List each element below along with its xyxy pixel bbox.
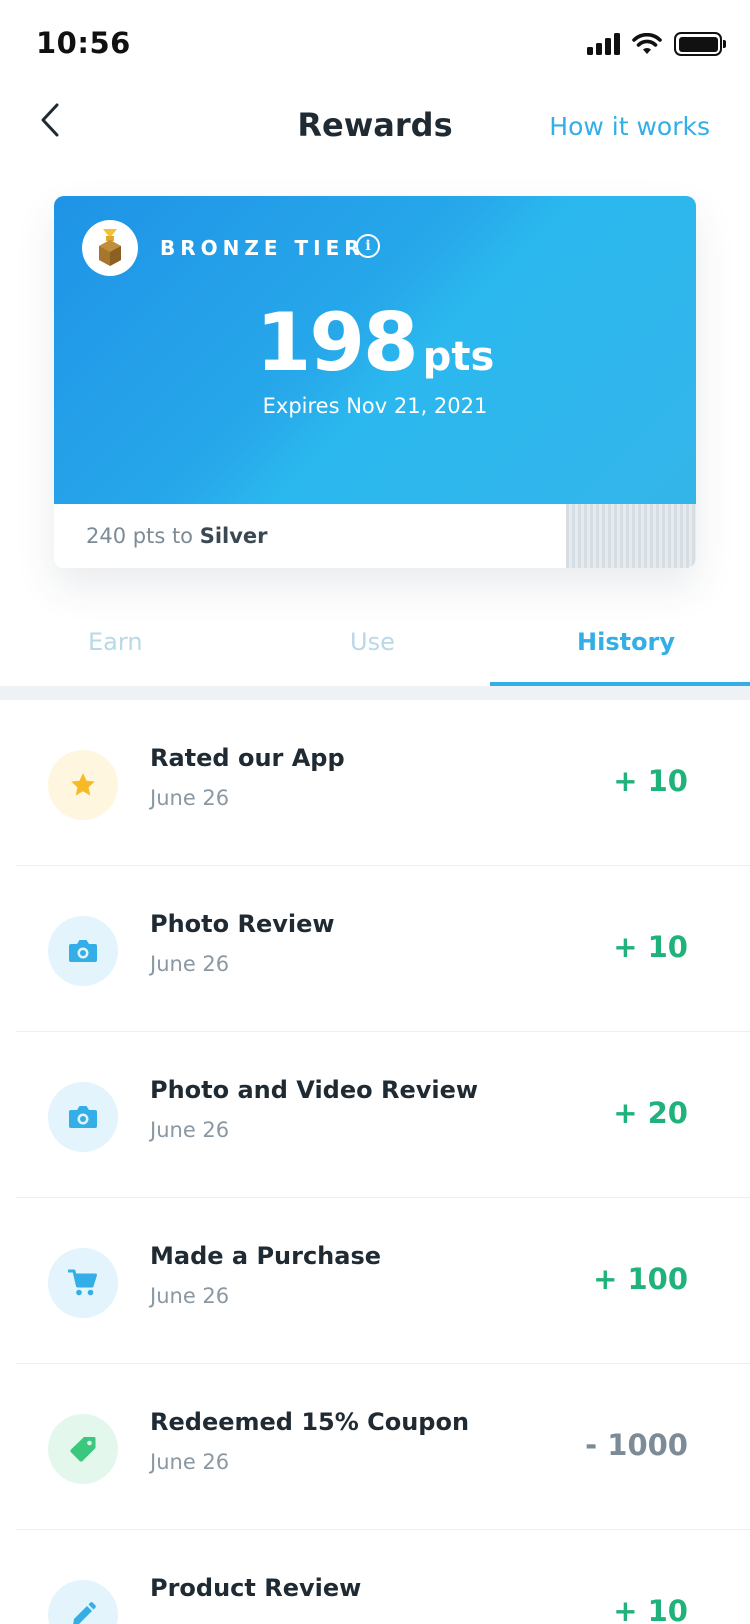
list-item[interactable]: Photo and Video Review June 26 + 20 xyxy=(0,1032,750,1198)
battery-icon xyxy=(674,32,726,56)
history-points: + 10 xyxy=(613,1594,688,1624)
list-item[interactable]: Rated our App June 26 + 10 xyxy=(0,700,750,866)
history-title: Photo and Video Review xyxy=(150,1076,479,1104)
history-title: Redeemed 15% Coupon xyxy=(150,1408,470,1436)
pencil-icon xyxy=(48,1580,118,1624)
camera-icon xyxy=(48,916,118,986)
history-points: + 10 xyxy=(613,764,688,798)
status-bar: 10:56 xyxy=(0,0,750,90)
points-expiry: Expires Nov 21, 2021 xyxy=(262,394,488,418)
status-icons xyxy=(587,32,726,56)
status-time: 10:56 xyxy=(36,26,131,60)
list-item[interactable]: Photo Review June 26 + 10 xyxy=(0,866,750,1032)
silver-tier-preview xyxy=(566,504,696,568)
list-item[interactable]: Redeemed 15% Coupon June 26 - 1000 xyxy=(0,1364,750,1530)
tier-card-header: BRONZE TIER i 198 pts Expires Nov 21, 202… xyxy=(54,196,696,504)
tier-card: BRONZE TIER i 198 pts Expires Nov 21, 202… xyxy=(54,196,696,568)
points-value: 198 xyxy=(255,296,419,389)
tab-use[interactable]: Use xyxy=(350,628,395,656)
header: Rewards How it works xyxy=(0,90,750,160)
history-points: + 20 xyxy=(613,1096,688,1130)
next-tier-name: Silver xyxy=(199,524,268,548)
tab-earn[interactable]: Earn xyxy=(88,628,143,656)
tier-label: BRONZE TIER xyxy=(160,236,365,260)
points-balance: 198 pts xyxy=(54,296,696,389)
how-it-works-link[interactable]: How it works xyxy=(549,112,710,141)
history-points: + 10 xyxy=(613,930,688,964)
info-icon[interactable]: i xyxy=(356,234,380,258)
list-item[interactable]: Made a Purchase June 26 + 100 xyxy=(0,1198,750,1364)
history-points: + 100 xyxy=(593,1262,688,1296)
tab-history[interactable]: History xyxy=(577,628,675,656)
progress-prefix: 240 pts to xyxy=(86,524,194,548)
rewards-tabs: Earn Use History xyxy=(0,612,750,688)
cart-icon xyxy=(48,1248,118,1318)
star-icon xyxy=(48,750,118,820)
history-title: Rated our App xyxy=(150,744,345,772)
history-title: Made a Purchase xyxy=(150,1242,382,1270)
tag-icon xyxy=(48,1414,118,1484)
tier-progress-text: 240 pts to Silver xyxy=(86,524,268,548)
tier-progress: 240 pts to Silver xyxy=(54,504,696,568)
history-list: Rated our App June 26 + 10 Photo Review … xyxy=(0,700,750,1624)
bronze-medal-icon xyxy=(82,220,138,276)
history-points: - 1000 xyxy=(585,1428,688,1462)
history-title: Photo Review xyxy=(150,910,335,938)
wifi-icon xyxy=(632,33,662,54)
history-date: June 26 xyxy=(150,1118,230,1142)
history-date: June 26 xyxy=(150,786,230,810)
history-date: June 26 xyxy=(150,1450,230,1474)
history-title: Product Review xyxy=(150,1574,362,1602)
list-item[interactable]: Product Review + 10 xyxy=(0,1530,750,1624)
camera-icon xyxy=(48,1082,118,1152)
cellular-signal-icon xyxy=(587,33,620,55)
history-date: June 26 xyxy=(150,1284,230,1308)
points-unit: pts xyxy=(422,334,495,380)
history-date: June 26 xyxy=(150,952,230,976)
